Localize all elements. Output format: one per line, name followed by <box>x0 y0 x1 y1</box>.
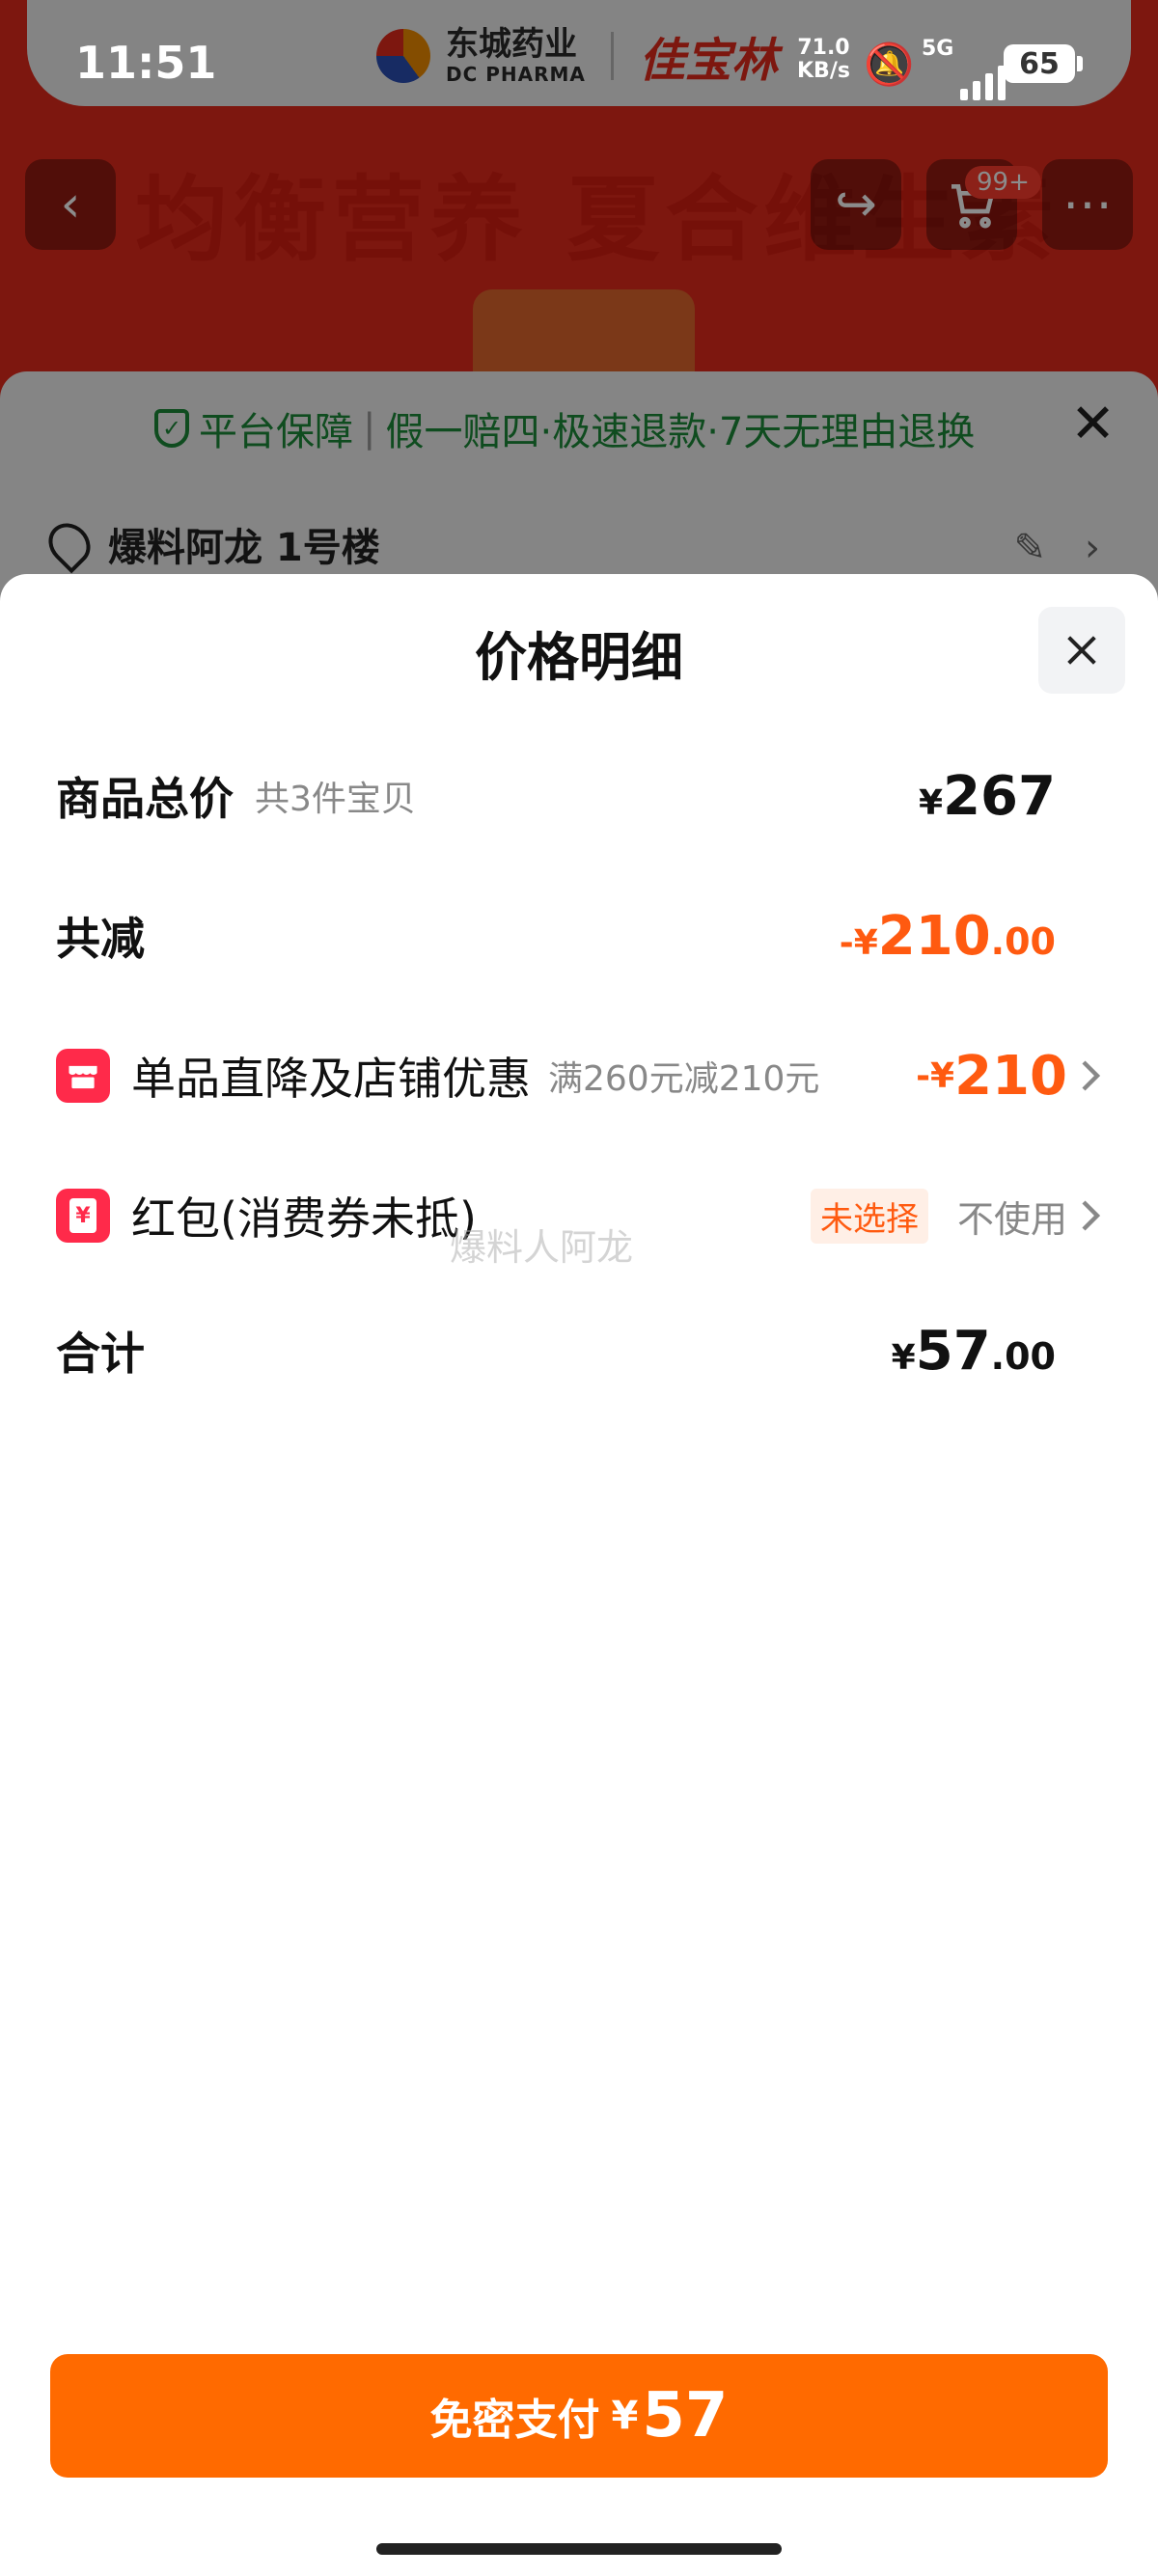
row-goods-total: 商品总价 共3件宝贝 ¥ 267 <box>56 762 1102 830</box>
goods-total-label: 商品总价 <box>56 773 234 825</box>
sum-amount: 57 <box>915 1319 991 1383</box>
row-sum: 合计 ¥ 57 .00 <box>56 1317 1102 1384</box>
sum-label: 合计 <box>56 1328 145 1380</box>
store-discount-price: -¥ 210 <box>916 1045 1102 1108</box>
currency-symbol: ¥ <box>919 782 944 823</box>
reduction-decimal: .00 <box>990 919 1056 963</box>
battery-level: 65 <box>1019 46 1060 81</box>
reduction-amount: 210 <box>877 904 991 968</box>
not-selected-badge: 未选择 <box>810 1188 928 1244</box>
home-indicator[interactable] <box>376 2543 782 2555</box>
reduction-prefix: -¥ <box>839 922 878 963</box>
status-time: 11:51 <box>75 37 217 89</box>
signal-icon <box>960 56 1006 100</box>
network-type: 5G <box>922 37 954 61</box>
goods-total-amount: 267 <box>943 764 1056 828</box>
chevron-right-icon <box>1082 1200 1101 1231</box>
pay-currency: ¥ <box>611 2394 639 2438</box>
battery-icon: 65 <box>1004 44 1083 83</box>
mute-icon: 🔕 <box>864 41 915 88</box>
sum-decimal: .00 <box>990 1334 1056 1378</box>
watermark-text: 爆料人阿龙 <box>450 1226 634 1269</box>
store-discount-label: 单品直降及店铺优惠 <box>131 1053 531 1105</box>
modal-title: 价格明细 <box>475 627 683 688</box>
store-discount-prefix: -¥ <box>916 1055 955 1096</box>
pay-button-label: 免密支付 <box>429 2396 600 2445</box>
goods-total-price: ¥ 267 <box>919 765 1056 828</box>
store-discount-amount: 210 <box>954 1044 1067 1108</box>
network-speed-unit: KB/s <box>797 59 850 84</box>
reduction-label: 共减 <box>56 913 145 965</box>
network-speed: 71.0 KB/s <box>797 36 850 84</box>
modal-close-button[interactable] <box>1038 607 1125 694</box>
row-total-reduction: 共减 -¥ 210 .00 <box>56 902 1102 970</box>
red-packet-label: 红包(消费券未抵) <box>131 1192 477 1245</box>
pay-amount: 57 <box>642 2380 729 2452</box>
red-packet-icon: ¥ <box>56 1189 110 1243</box>
network-speed-value: 71.0 <box>797 36 850 60</box>
store-discount-condition: 满260元减210元 <box>548 1059 820 1099</box>
reduction-price: -¥ 210 .00 <box>840 905 1056 968</box>
store-icon <box>56 1049 110 1103</box>
sum-currency: ¥ <box>891 1337 916 1378</box>
red-packet-status: 未选择 不使用 <box>810 1188 1102 1244</box>
sum-price: ¥ 57 .00 <box>892 1320 1056 1383</box>
status-bar: 11:51 71.0 KB/s 🔕 5G 65 <box>0 0 1158 125</box>
row-store-discount[interactable]: 单品直降及店铺优惠 满260元减210元 -¥ 210 <box>56 1037 1102 1114</box>
price-detail-modal: 价格明细 商品总价 共3件宝贝 ¥ 267 共减 -¥ 210 .00 单品直降… <box>0 574 1158 2576</box>
password-free-pay-button[interactable]: 免密支付 ¥ 57 <box>50 2354 1108 2478</box>
goods-count: 共3件宝贝 <box>255 780 416 819</box>
chevron-right-icon <box>1082 1060 1101 1091</box>
close-icon <box>1067 636 1096 665</box>
red-packet-unused: 不使用 <box>956 1197 1067 1241</box>
